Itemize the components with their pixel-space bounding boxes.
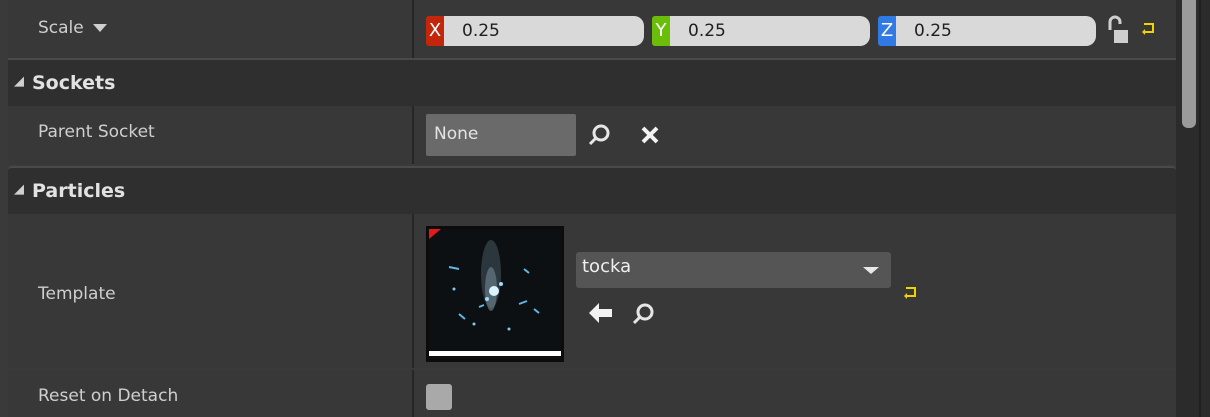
caret-down-icon [93,24,108,32]
scale-label[interactable]: Scale [38,18,108,38]
scrollbar-thumb[interactable] [1182,0,1196,128]
collapse-triangle-icon: ◢ [14,182,24,197]
reset-to-default-icon[interactable] [904,286,918,300]
reset-on-detach-label: Reset on Detach [38,386,179,406]
parent-socket-label: Parent Socket [38,122,155,142]
particle-preview-image [429,229,561,359]
reset-to-default-icon[interactable] [1142,22,1156,36]
template-thumbnail[interactable] [426,226,564,362]
scale-z-field[interactable]: 0.25 [896,16,1096,46]
template-label: Template [38,284,116,304]
particles-title: Particles [32,180,126,202]
reset-on-detach-row: Reset on Detach [8,370,1176,417]
scale-row: Scale X 0.25 Y 0.25 Z 0.25 [8,0,1176,58]
collapse-triangle-icon: ◢ [14,74,24,89]
sockets-title: Sockets [32,72,116,94]
browse-asset-search-icon[interactable] [632,302,656,326]
particles-category-header[interactable]: ◢ Particles [8,166,1176,214]
parent-socket-row: Parent Socket None [8,106,1176,164]
unlocked-padlock-icon[interactable] [1106,14,1132,46]
scale-y-field[interactable]: 0.25 [670,16,870,46]
x-axis-label: X [426,16,444,46]
dropdown-arrow-icon [863,267,879,274]
template-row: Template tocka [8,214,1176,368]
clear-icon[interactable] [640,125,660,145]
parent-socket-field[interactable]: None [426,114,576,156]
sockets-category-header[interactable]: ◢ Sockets [8,58,1176,106]
use-selected-asset-arrow-icon[interactable] [588,302,614,324]
details-panel: Scale X 0.25 Y 0.25 Z 0.25 ◢ Sockets Par… [0,0,1176,417]
reset-on-detach-checkbox[interactable] [426,384,452,410]
scale-x-field[interactable]: 0.25 [444,16,644,46]
y-axis-label: Y [652,16,670,46]
search-icon[interactable] [588,123,612,147]
template-asset-combo[interactable]: tocka [576,252,891,288]
z-axis-label: Z [878,16,896,46]
